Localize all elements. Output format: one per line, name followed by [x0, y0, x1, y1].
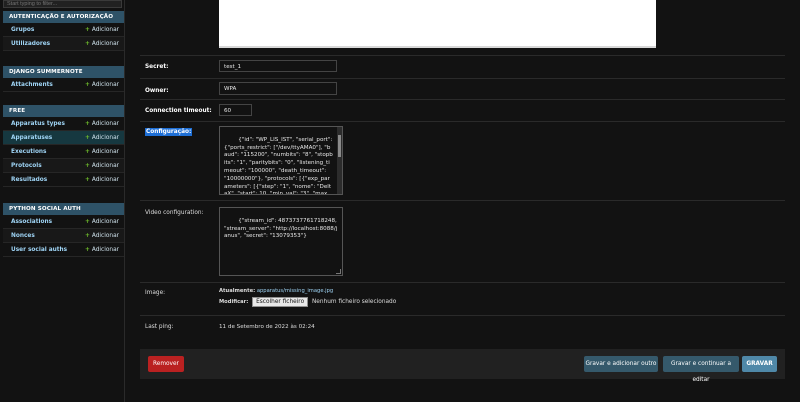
sidebar-item-label[interactable]: Nonces: [11, 229, 35, 243]
connection-timeout-input[interactable]: 60: [219, 104, 252, 116]
sidebar-item-resultados[interactable]: Resultados + Adicionar: [3, 173, 124, 187]
configuracao-label: Configuração:: [145, 128, 193, 136]
add-utilizador-link[interactable]: + Adicionar: [85, 37, 119, 51]
sidebar-nav: AUTENTICAÇÃO E AUTORIZAÇÃO Grupos +Adici…: [0, 0, 125, 402]
module-caption: AUTENTICAÇÃO E AUTORIZAÇÃO: [3, 11, 124, 23]
module-free: FREE Apparatus types + Adicionar Apparatu…: [3, 105, 124, 187]
plus-icon: +: [85, 41, 90, 47]
image-current-link[interactable]: apparatus/missing_image.jpg: [257, 288, 333, 294]
add-execution-link[interactable]: + Adicionar: [85, 145, 119, 159]
rich-text-editor-area[interactable]: [219, 0, 656, 48]
plus-icon: +: [85, 177, 90, 183]
sidebar-item-grupos[interactable]: Grupos + Adicionar: [3, 23, 124, 37]
choose-file-button[interactable]: Escolher ficheiro: [252, 297, 309, 307]
sidebar-item-label[interactable]: Utilizadores: [11, 37, 50, 51]
video-configuration-textarea[interactable]: {"stream_id": 4873737761718248, "stream_…: [219, 207, 343, 276]
image-change-label: Modificar:: [219, 299, 249, 305]
module-social-auth: PYTHON SOCIAL AUTH Associations + Adicion…: [3, 203, 124, 257]
plus-icon: +: [85, 149, 90, 155]
image-change: Modificar: Escolher ficheiro Nenhum fich…: [219, 297, 396, 307]
sidebar-item-label[interactable]: Apparatuses: [11, 131, 52, 145]
form-row-owner: Owner: WPA: [140, 78, 785, 99]
configuracao-text: {"id": "WP_LIS_IST", "serial_port": {"po…: [224, 136, 333, 195]
plus-icon: +: [85, 121, 90, 127]
configuracao-scrollbar[interactable]: [337, 127, 342, 194]
sidebar-item-nonces[interactable]: Nonces + Adicionar: [3, 229, 124, 243]
plus-icon: +: [85, 233, 90, 239]
sidebar-item-label[interactable]: Apparatus types: [11, 117, 65, 131]
nav-filter-input[interactable]: [3, 0, 122, 8]
add-grupo-link[interactable]: + Adicionar: [85, 23, 119, 37]
sidebar-item-label[interactable]: Attachments: [11, 78, 53, 92]
add-nonce-link[interactable]: + Adicionar: [85, 229, 119, 243]
add-user-social-auth-link[interactable]: + Adicionar: [85, 243, 119, 257]
resize-handle-icon[interactable]: [336, 269, 341, 274]
video-configuration-text: {"stream_id": 4873737761718248, "stream_…: [224, 217, 339, 240]
last-ping-label: Last ping:: [145, 324, 174, 330]
owner-select[interactable]: WPA: [219, 82, 337, 95]
sidebar-item-apparatus-types[interactable]: Apparatus types + Adicionar: [3, 117, 124, 131]
secret-label: Secret:: [145, 64, 169, 70]
sidebar-item-label[interactable]: Associations: [11, 215, 52, 229]
submit-row: Remover Gravar e adicionar outro Gravar …: [140, 349, 785, 383]
form-row-timeout: Connection timeout: 60: [140, 99, 785, 121]
plus-icon: +: [85, 219, 90, 225]
save-and-add-another-button[interactable]: Gravar e adicionar outro: [584, 356, 658, 372]
plus-icon: +: [85, 163, 90, 169]
module-caption: DJANGO SUMMERNOTE: [3, 66, 124, 78]
sidebar-item-attachments[interactable]: Attachments + Adicionar: [3, 78, 124, 92]
owner-label: Owner:: [145, 88, 169, 94]
image-label: Image:: [145, 290, 166, 296]
add-resultado-link[interactable]: + Adicionar: [85, 173, 119, 187]
form-row-configuracao: Configuração: {"id": "WP_LIS_IST", "seri…: [140, 121, 785, 200]
add-apparatus-type-link[interactable]: + Adicionar: [85, 117, 119, 131]
add-association-link[interactable]: + Adicionar: [85, 215, 119, 229]
sidebar-item-label[interactable]: Resultados: [11, 173, 47, 187]
add-protocol-link[interactable]: + Adicionar: [85, 159, 119, 173]
form-row-last-ping: Last ping: 11 de Setembro de 2022 às 02:…: [140, 315, 785, 338]
image-current-label: Atualmente:: [219, 288, 256, 294]
sidebar-item-label[interactable]: User social auths: [11, 243, 67, 257]
add-apparatus-link[interactable]: + Adicionar: [85, 131, 119, 145]
form-row-video: Video configuration: {"stream_id": 48737…: [140, 200, 785, 282]
plus-icon: +: [85, 247, 90, 253]
sidebar-item-apparatuses[interactable]: Apparatuses + Adicionar: [3, 131, 124, 145]
admin-change-page: AUTENTICAÇÃO E AUTORIZAÇÃO Grupos +Adici…: [0, 0, 800, 402]
save-and-continue-button[interactable]: Gravar e continuar a editar: [663, 356, 739, 383]
secret-input[interactable]: test_1: [219, 60, 337, 72]
delete-button[interactable]: Remover: [148, 356, 184, 372]
plus-icon: +: [85, 27, 90, 33]
configuracao-textarea[interactable]: {"id": "WP_LIS_IST", "serial_port": {"po…: [219, 126, 343, 195]
change-form: Secret: test_1 Owner: WPA Connection tim…: [125, 0, 800, 402]
sidebar-item-protocols[interactable]: Protocols + Adicionar: [3, 159, 124, 173]
add-attachment-link[interactable]: + Adicionar: [85, 78, 119, 92]
form-row-secret: Secret: test_1: [140, 55, 785, 78]
module-summernote: DJANGO SUMMERNOTE Attachments + Adicionar: [3, 66, 124, 92]
no-file-text: Nenhum ficheiro selecionado: [311, 299, 397, 305]
sidebar-item-executions[interactable]: Executions + Adicionar: [3, 145, 124, 159]
module-auth: AUTENTICAÇÃO E AUTORIZAÇÃO Grupos + Adici…: [3, 11, 124, 51]
video-configuration-label: Video configuration:: [145, 210, 204, 216]
form-row-image: Image: Atualmente: apparatus/missing_ima…: [140, 282, 785, 315]
last-ping-value: 11 de Setembro de 2022 às 02:24: [219, 324, 315, 330]
plus-icon: +: [85, 135, 90, 141]
sidebar-item-utilizadores[interactable]: Utilizadores + Adicionar: [3, 37, 124, 51]
module-caption: FREE: [3, 105, 124, 117]
plus-icon: +: [85, 82, 90, 88]
connection-timeout-label: Connection timeout:: [145, 108, 212, 114]
save-button[interactable]: GRAVAR: [742, 356, 777, 372]
image-current: Atualmente: apparatus/missing_image.jpg: [219, 288, 333, 294]
module-caption: PYTHON SOCIAL AUTH: [3, 203, 124, 215]
sidebar-item-user-social-auths[interactable]: User social auths + Adicionar: [3, 243, 124, 257]
sidebar-item-associations[interactable]: Associations + Adicionar: [3, 215, 124, 229]
sidebar-item-label[interactable]: Grupos: [11, 23, 34, 37]
sidebar-item-label[interactable]: Executions: [11, 145, 47, 159]
sidebar-item-label[interactable]: Protocols: [11, 159, 42, 173]
